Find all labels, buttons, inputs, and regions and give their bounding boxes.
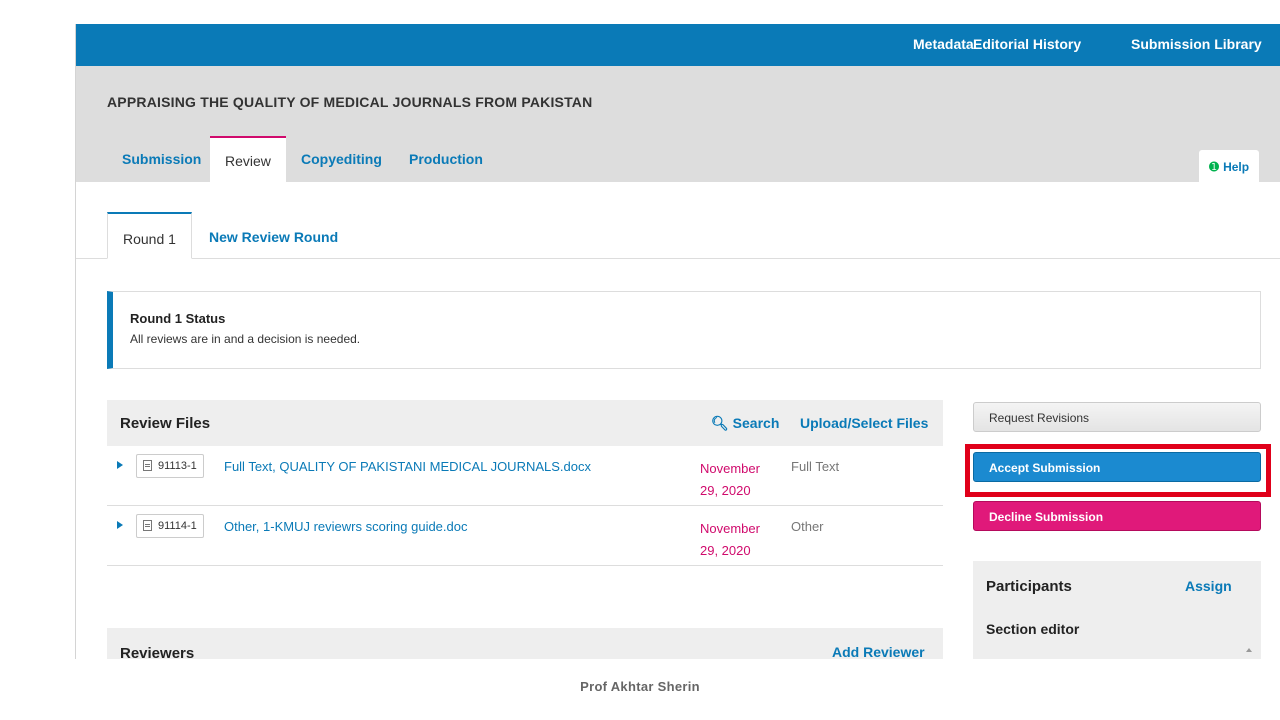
file-id: 91114-1 xyxy=(158,520,197,532)
participant-role-heading: Section editor xyxy=(986,621,1080,637)
file-date-line2: 29, 2020 xyxy=(700,543,751,558)
document-icon xyxy=(143,520,152,531)
submission-library-link[interactable]: Submission Library xyxy=(1131,36,1262,52)
file-date-line1: November xyxy=(700,461,760,476)
file-type: Other xyxy=(791,519,824,534)
round-status-notice: Round 1 Status All reviews are in and a … xyxy=(107,291,1261,369)
file-name-link[interactable]: Full Text, QUALITY OF PAKISTANI MEDICAL … xyxy=(224,459,591,474)
decline-submission-button[interactable]: Decline Submission xyxy=(973,501,1261,531)
top-navigation-bar: Metadata Editorial History Submission Li… xyxy=(76,24,1280,66)
request-revisions-button[interactable]: Request Revisions xyxy=(973,402,1261,432)
reviewers-panel: Reviewers Add Reviewer xyxy=(107,628,943,659)
file-name-link[interactable]: Other, 1-KMUJ reviewrs scoring guide.doc xyxy=(224,519,467,534)
app-frame: Metadata Editorial History Submission Li… xyxy=(75,24,1280,659)
file-date: November 29, 2020 xyxy=(700,518,770,562)
info-icon: ➊ xyxy=(1209,160,1220,174)
review-files-header: Review Files 🔍︎ Search Upload/Select Fil… xyxy=(107,400,943,446)
round-status-heading: Round 1 Status xyxy=(130,311,226,326)
tab-production[interactable]: Production xyxy=(394,136,498,182)
help-label: Help xyxy=(1223,160,1250,174)
tab-submission[interactable]: Submission xyxy=(107,136,216,182)
reviewers-header: Reviewers Add Reviewer xyxy=(107,628,943,659)
file-id: 91113-1 xyxy=(158,460,197,472)
scroll-up-icon[interactable] xyxy=(1246,648,1252,652)
file-id-badge: 91113-1 xyxy=(136,454,204,478)
reviewers-title: Reviewers xyxy=(120,645,195,659)
submission-header: APPRAISING THE QUALITY OF MEDICAL JOURNA… xyxy=(76,66,1280,182)
file-date-line1: November xyxy=(700,521,760,536)
participants-title: Participants xyxy=(986,578,1072,595)
participants-panel: Participants Assign Section editor xyxy=(973,561,1261,659)
search-icon: 🔍︎ xyxy=(711,415,729,431)
review-files-title: Review Files xyxy=(120,415,211,432)
search-label: Search xyxy=(732,415,780,431)
file-row: 91113-1 Full Text, QUALITY OF PAKISTANI … xyxy=(107,446,943,506)
assign-participant-button[interactable]: Assign xyxy=(1185,578,1232,594)
expand-row-icon[interactable] xyxy=(117,461,123,469)
editorial-history-link[interactable]: Editorial History xyxy=(973,36,1081,52)
upload-select-files-button[interactable]: Upload/Select Files xyxy=(800,415,928,431)
expand-row-icon[interactable] xyxy=(117,521,123,529)
add-reviewer-button[interactable]: Add Reviewer xyxy=(832,644,925,659)
tab-round-1[interactable]: Round 1 xyxy=(107,212,192,259)
tab-review[interactable]: Review xyxy=(210,136,286,182)
new-review-round-link[interactable]: New Review Round xyxy=(194,212,353,259)
file-type: Full Text xyxy=(791,459,840,474)
tab-copyediting[interactable]: Copyediting xyxy=(286,136,397,182)
metadata-link[interactable]: Metadata xyxy=(913,36,974,52)
presenter-caption: Prof Akhtar Sherin xyxy=(580,679,700,694)
search-files-button[interactable]: 🔍︎ Search xyxy=(711,415,779,432)
file-id-badge: 91114-1 xyxy=(136,514,204,538)
document-icon xyxy=(143,460,152,471)
file-date-line2: 29, 2020 xyxy=(700,483,751,498)
file-row: 91114-1 Other, 1-KMUJ reviewrs scoring g… xyxy=(107,506,943,566)
review-files-panel: Review Files 🔍︎ Search Upload/Select Fil… xyxy=(107,400,943,566)
file-date: November 29, 2020 xyxy=(700,458,770,502)
round-status-text: All reviews are in and a decision is nee… xyxy=(130,332,361,346)
submission-title: APPRAISING THE QUALITY OF MEDICAL JOURNA… xyxy=(107,94,593,110)
highlight-box xyxy=(965,444,1271,497)
help-button[interactable]: ➊ Help xyxy=(1199,150,1259,182)
